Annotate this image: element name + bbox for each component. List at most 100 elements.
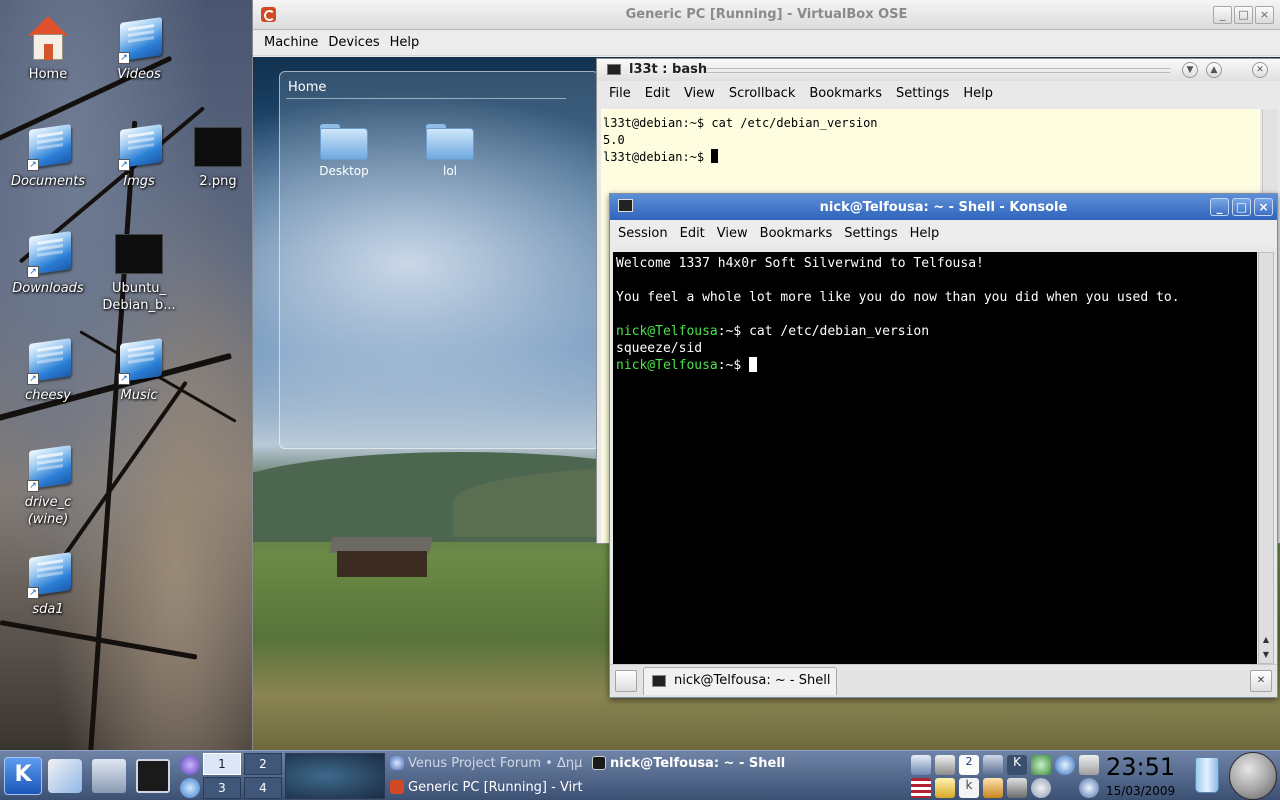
- menu-file[interactable]: File: [603, 86, 639, 101]
- cabin-image: [329, 537, 433, 577]
- flag-us-icon[interactable]: [911, 778, 931, 798]
- close-button[interactable]: ×: [1254, 198, 1273, 216]
- trash-icon[interactable]: [1195, 757, 1219, 793]
- menu-bookmarks[interactable]: Bookmarks: [756, 226, 841, 241]
- settings-icon[interactable]: [180, 778, 200, 798]
- folder-label: Desktop: [319, 164, 369, 178]
- guest-home-title: Home: [285, 80, 570, 99]
- task-venus-forum[interactable]: Venus Project Forum • Δημ: [388, 752, 586, 775]
- desktop-icon-downloads[interactable]: ↗ Downloads: [2, 228, 94, 297]
- browser-icon: [390, 756, 404, 770]
- task-konsole[interactable]: nick@Telfousa: ~ - Shell: [590, 752, 786, 775]
- kopete-icon[interactable]: k: [959, 778, 979, 798]
- menu-help[interactable]: Help: [906, 226, 948, 241]
- menu-session[interactable]: Session: [614, 226, 676, 241]
- world-map-preview[interactable]: [285, 753, 385, 799]
- virtualbox-icon: [390, 780, 404, 794]
- desktop-pager: 1 2 3 4: [203, 753, 283, 799]
- guest-folder-lol[interactable]: lol: [410, 122, 490, 178]
- close-icon[interactable]: ✕: [1252, 62, 1268, 78]
- maximize-button[interactable]: □: [1232, 198, 1251, 216]
- chevron-up-icon[interactable]: ▲: [1206, 62, 1222, 78]
- pen-icon[interactable]: [1079, 755, 1099, 775]
- menu-bookmarks[interactable]: Bookmarks: [803, 86, 890, 101]
- desktop-icon-cheesy[interactable]: ↗ cheesy: [2, 335, 94, 404]
- desktop-icon-home[interactable]: Home: [2, 14, 94, 83]
- konsole-titlebar[interactable]: nick@Telfousa: ~ - Shell - Konsole _ □ ×: [610, 194, 1277, 220]
- warning-icon[interactable]: [983, 778, 1003, 798]
- scroll-up-icon[interactable]: ▲: [1259, 633, 1273, 647]
- vbox-window-title: Generic PC [Running] - VirtualBox OSE: [625, 7, 908, 22]
- menu-settings[interactable]: Settings: [890, 86, 957, 101]
- close-tab-button[interactable]: ✕: [1250, 670, 1272, 692]
- task-label: Generic PC [Running] - Virt: [408, 780, 583, 795]
- klipper-icon[interactable]: [911, 755, 931, 775]
- pager-desktop-3[interactable]: 3: [203, 777, 241, 799]
- terminal-icon: [592, 756, 606, 770]
- minimize-button[interactable]: _: [1213, 6, 1232, 24]
- scroll-down-icon[interactable]: ▼: [1259, 648, 1273, 662]
- envelope-icon[interactable]: [935, 778, 955, 798]
- desktop-icon-ubuntu-debian[interactable]: Ubuntu_ Debian_b...: [93, 228, 185, 314]
- guest-home-window[interactable]: Home Desktop lol: [279, 71, 599, 449]
- terminal-line: l33t@debian:~$: [603, 150, 712, 164]
- menu-help[interactable]: Help: [957, 86, 1001, 101]
- menu-machine[interactable]: Machine: [259, 35, 323, 50]
- printer-icon[interactable]: [983, 755, 1003, 775]
- menu-view[interactable]: View: [678, 86, 723, 101]
- desktop-icon-drive-c[interactable]: ↗ drive_c (wine): [2, 442, 94, 528]
- computer-icon[interactable]: [92, 759, 126, 793]
- pager-desktop-4[interactable]: 4: [244, 777, 282, 799]
- terminal-icon[interactable]: [136, 759, 170, 793]
- vbox-titlebar[interactable]: Generic PC [Running] - VirtualBox OSE _ …: [253, 0, 1280, 30]
- menu-edit[interactable]: Edit: [639, 86, 678, 101]
- kde-icon[interactable]: K: [1007, 755, 1027, 775]
- tab-shell[interactable]: nick@Telfousa: ~ - Shell: [643, 667, 837, 695]
- globe-icon[interactable]: [180, 755, 200, 775]
- user-icon[interactable]: [1031, 778, 1051, 798]
- close-button[interactable]: ×: [1255, 6, 1274, 24]
- clock-date[interactable]: 15/03/2009: [1106, 783, 1190, 799]
- guest-folder-desktop[interactable]: Desktop: [304, 122, 384, 178]
- k-menu-button[interactable]: K: [4, 757, 42, 795]
- desktop-icon-imgs[interactable]: ↗ Imgs: [93, 121, 185, 190]
- konsole-window[interactable]: nick@Telfousa: ~ - Shell - Konsole _ □ ×…: [609, 193, 1278, 698]
- notes-icon[interactable]: 2: [959, 755, 979, 775]
- kwrite-icon[interactable]: [48, 759, 82, 793]
- desktop-icon-sda1[interactable]: ↗ sda1: [2, 549, 94, 618]
- volume-icon[interactable]: [935, 755, 955, 775]
- menu-devices[interactable]: Devices: [323, 35, 384, 50]
- maximize-button[interactable]: □: [1234, 6, 1253, 24]
- host-desktop: Home ↗ Videos ↗ Documents ↗ Imgs 2.png ↗…: [0, 0, 252, 750]
- vbox-menubar: Machine Devices Help: [253, 30, 1280, 56]
- desktop-icon-2png[interactable]: 2.png: [184, 121, 252, 190]
- task-virtualbox[interactable]: Generic PC [Running] - Virt: [388, 776, 586, 799]
- desktop-icon-videos[interactable]: ↗ Videos: [93, 14, 185, 83]
- desktop-icon-documents[interactable]: ↗ Documents: [2, 121, 94, 190]
- menu-scrollback[interactable]: Scrollback: [723, 86, 804, 101]
- clock-time[interactable]: 23:51: [1106, 753, 1188, 781]
- menu-edit[interactable]: Edit: [676, 226, 713, 241]
- menu-help[interactable]: Help: [385, 35, 425, 50]
- compass-icon[interactable]: [1055, 755, 1075, 775]
- terminal-output[interactable]: Welcome 1337 h4x0r Soft Silverwind to Te…: [613, 252, 1257, 664]
- image-file-icon: [115, 234, 163, 274]
- text-cursor: [749, 357, 758, 372]
- menu-settings[interactable]: Settings: [840, 226, 905, 241]
- weather-icon[interactable]: [1079, 778, 1099, 798]
- welcome-line: Welcome 1337 h4x0r Soft Silverwind to Te…: [616, 256, 984, 271]
- desktop-icon-music[interactable]: ↗ Music: [93, 335, 185, 404]
- new-tab-button[interactable]: [615, 670, 637, 692]
- guest-konsole-titlebar[interactable]: l33t : bash ▼ ▲ ✕: [597, 59, 1280, 81]
- pager-desktop-1[interactable]: 1: [203, 753, 241, 775]
- minimize-button[interactable]: _: [1210, 198, 1229, 216]
- menu-view[interactable]: View: [713, 226, 756, 241]
- prompt-path: :~: [717, 358, 734, 373]
- network-icon[interactable]: [1031, 755, 1051, 775]
- chevron-down-icon[interactable]: ▼: [1182, 62, 1198, 78]
- terminal-scrollbar[interactable]: ▲ ▼: [1258, 252, 1274, 664]
- taskbar: K 1 2 3 4 Venus Project Forum • Δημ nick…: [0, 750, 1280, 800]
- task-label: nick@Telfousa: ~ - Shell: [610, 756, 786, 771]
- battery-icon[interactable]: [1007, 778, 1027, 798]
- pager-desktop-2[interactable]: 2: [244, 753, 282, 775]
